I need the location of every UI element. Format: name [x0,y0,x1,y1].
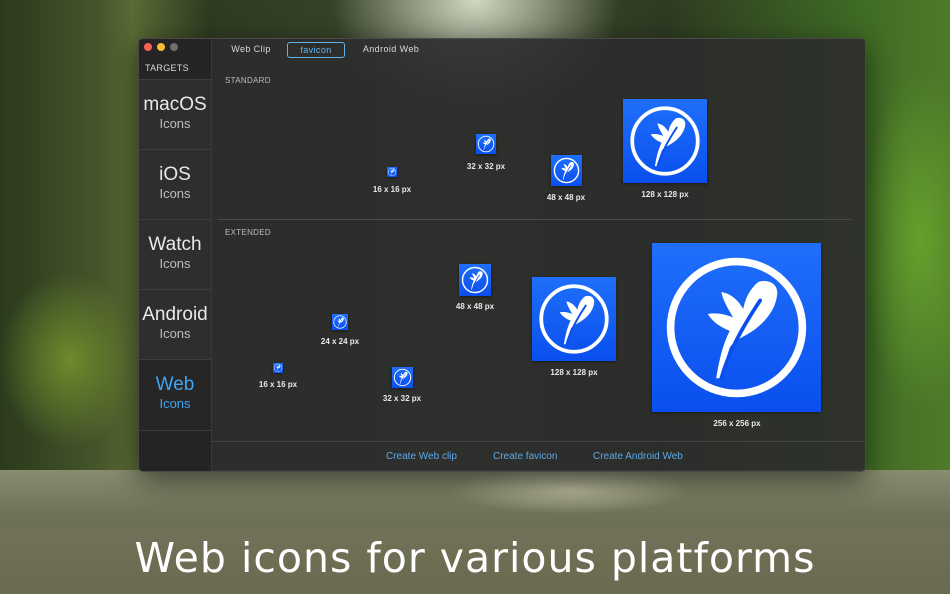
target-name: Web [155,374,195,395]
extended-128-icon [532,277,616,361]
target-sub: Icons [159,186,191,201]
size-label: 48 x 48 px [455,302,495,311]
section-divider [217,219,851,220]
section-label-standard: STANDARD [225,76,271,85]
sidebar-item-macos[interactable]: macOS Icons [139,79,211,150]
sidebar-item-web[interactable]: Web Icons [139,359,211,431]
sidebar-item-android[interactable]: Android Icons [139,289,211,360]
section-label-extended: EXTENDED [225,228,271,237]
create-android-web-button[interactable]: Create Android Web [593,451,683,462]
close-window-button[interactable] [144,43,152,51]
water-reflection [420,470,720,530]
favicon-128-icon [623,99,707,183]
favicon-32-icon [476,134,496,154]
target-sub: Icons [159,116,191,131]
tab-android-web[interactable]: Android Web [355,42,427,56]
marketing-caption: Web icons for various platforms [134,534,816,582]
extended-32-icon [392,367,413,388]
target-sub: Icons [159,256,191,271]
zoom-window-button[interactable] [170,43,178,51]
target-name: macOS [143,94,207,115]
tab-web-clip[interactable]: Web Clip [225,42,277,56]
minimize-window-button[interactable] [157,43,165,51]
size-label: 128 x 128 px [641,190,689,199]
targets-sidebar: TARGETS macOS Icons iOS Icons Watch Icon… [139,39,212,471]
size-label: 48 x 48 px [546,193,586,202]
size-label: 16 x 16 px [372,185,412,194]
mossy-rock [0,260,150,480]
create-web-clip-button[interactable]: Create Web clip [386,451,457,462]
footer-divider [211,441,865,442]
ferns [860,40,950,460]
extended-48-icon [459,264,491,296]
extended-16-icon [273,363,283,373]
target-name: Watch [148,234,202,255]
sidebar-title: TARGETS [145,63,189,73]
size-label: 24 x 24 px [320,337,360,346]
target-name: Android [142,304,208,325]
tab-favicon[interactable]: favicon [287,42,345,58]
sidebar-item-ios[interactable]: iOS Icons [139,149,211,220]
tab-bar: Web Clip favicon Android Web [211,39,865,59]
size-label: 16 x 16 px [258,380,298,389]
target-name: iOS [159,164,191,185]
extended-24-icon [332,314,348,330]
size-label: 32 x 32 px [466,162,506,171]
size-label: 256 x 256 px [713,419,761,428]
favicon-16-icon [387,167,397,177]
create-favicon-button[interactable]: Create favicon [493,451,557,462]
target-sub: Icons [159,326,191,341]
size-label: 32 x 32 px [382,394,422,403]
window-controls [144,43,178,51]
size-label: 128 x 128 px [550,368,598,377]
sidebar-item-watch[interactable]: Watch Icons [139,219,211,290]
app-window: TARGETS macOS Icons iOS Icons Watch Icon… [138,38,866,472]
target-sub: Icons [159,396,191,411]
extended-256-icon [652,243,821,412]
favicon-48-icon [551,155,582,186]
